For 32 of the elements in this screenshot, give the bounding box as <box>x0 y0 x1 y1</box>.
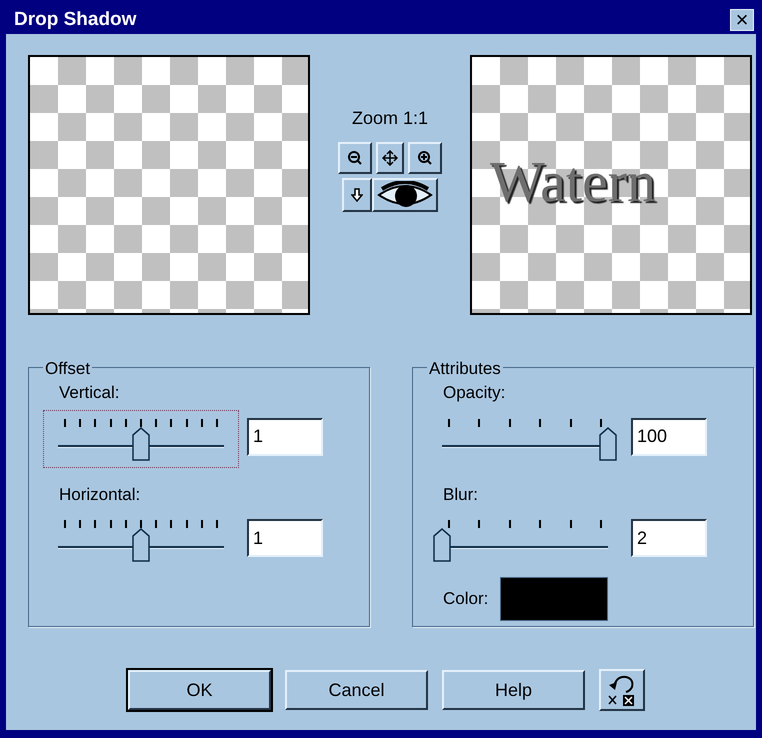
close-button[interactable]: × <box>730 9 754 31</box>
dialog-button[interactable]: OK <box>128 670 271 710</box>
pan-button[interactable] <box>376 142 404 174</box>
slider-label: Horizontal: <box>59 484 142 506</box>
dialog-button[interactable]: Help <box>442 670 585 710</box>
slider-thumb[interactable] <box>433 528 451 562</box>
zoom-label: Zoom 1:1 <box>352 107 428 130</box>
zoom-in-button[interactable] <box>408 142 442 174</box>
zoom-out-icon <box>347 150 363 166</box>
down-arrow-button[interactable] <box>342 178 372 212</box>
reset-button[interactable] <box>599 669 645 711</box>
slider-label: Blur: <box>443 484 479 506</box>
eye-icon <box>376 181 434 209</box>
value-field[interactable]: 100 <box>631 418 707 456</box>
move-icon <box>382 150 398 166</box>
value-field[interactable]: 2 <box>631 519 707 557</box>
color-swatch[interactable] <box>500 577 608 621</box>
zoom-out-button[interactable] <box>338 142 372 174</box>
slider-thumb[interactable] <box>599 426 617 460</box>
slider-label: Opacity: <box>443 382 506 404</box>
slider-label: Vertical: <box>59 382 120 404</box>
window-title: Drop Shadow <box>14 8 136 32</box>
zoom-in-icon <box>417 150 433 166</box>
preview-toggle-button[interactable] <box>372 178 438 212</box>
slider[interactable] <box>43 410 239 468</box>
value-field[interactable]: 1 <box>247 519 323 557</box>
value-field[interactable]: 1 <box>247 418 323 456</box>
down-arrow-icon <box>351 188 363 202</box>
slider-thumb[interactable] <box>132 528 150 562</box>
dialog-button[interactable]: Cancel <box>285 670 428 710</box>
slider-thumb[interactable] <box>132 426 150 460</box>
color-label: Color: <box>443 588 488 610</box>
